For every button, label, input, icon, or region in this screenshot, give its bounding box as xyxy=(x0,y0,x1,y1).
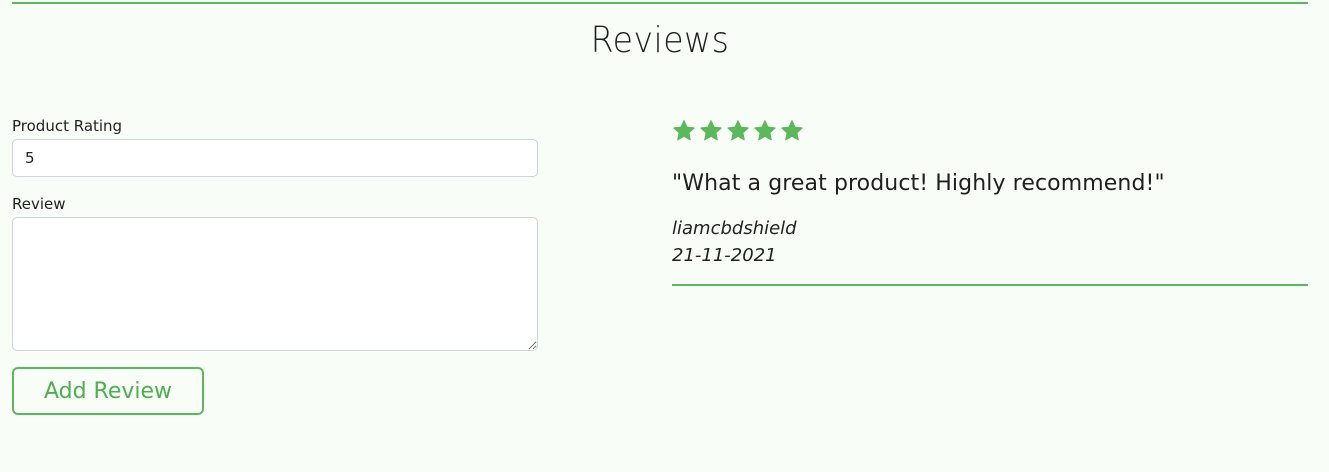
top-divider xyxy=(12,2,1308,4)
star-icon xyxy=(753,119,777,143)
review-textarea[interactable] xyxy=(12,217,538,351)
product-rating-label: Product Rating xyxy=(12,117,123,135)
review-divider xyxy=(672,284,1308,286)
review-list: "What a great product! Highly recommend!… xyxy=(672,117,1308,286)
review-label: Review xyxy=(12,195,66,213)
star-icon xyxy=(780,119,804,143)
review-date: 21-11-2021 xyxy=(672,245,777,266)
add-review-button[interactable]: Add Review xyxy=(12,367,204,415)
product-rating-input[interactable] xyxy=(12,139,538,177)
review-item: "What a great product! Highly recommend!… xyxy=(672,117,1308,286)
review-author: liamcbdshield xyxy=(672,218,797,239)
review-form: Product Rating Review Add Review xyxy=(12,117,538,415)
page-title: Reviews xyxy=(590,20,730,61)
star-icon xyxy=(699,119,723,143)
star-icon xyxy=(672,119,696,143)
star-icon xyxy=(726,119,750,143)
star-rating xyxy=(672,117,1308,145)
review-text: "What a great product! Highly recommend!… xyxy=(672,171,1165,196)
